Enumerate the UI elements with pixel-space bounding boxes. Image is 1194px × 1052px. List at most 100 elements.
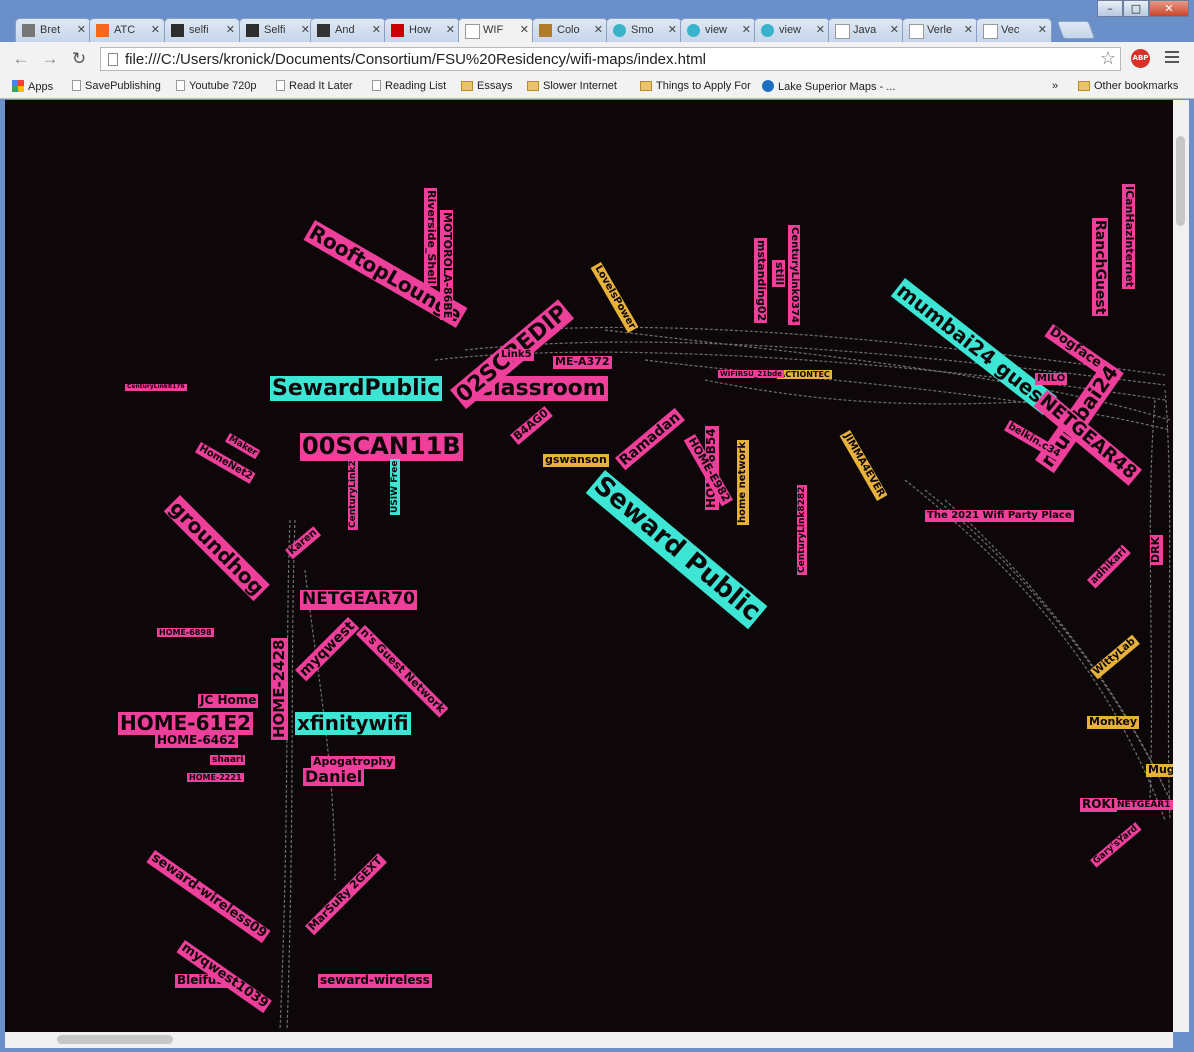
- s-favicon-icon: [171, 24, 184, 37]
- network-label: HOME-2428: [270, 637, 289, 740]
- bookmark-item[interactable]: Lake Superior Maps - ...: [762, 80, 895, 93]
- palette-favicon-icon: [539, 24, 552, 37]
- tab[interactable]: ATC ✕: [89, 18, 165, 42]
- lrb-favicon-icon: [317, 24, 330, 37]
- tab[interactable]: Vec ✕: [976, 18, 1052, 42]
- tab[interactable]: view ✕: [754, 18, 830, 42]
- close-tab-icon[interactable]: ✕: [301, 23, 310, 36]
- tab-title: view: [705, 24, 728, 36]
- close-tab-icon[interactable]: ✕: [520, 23, 529, 36]
- tab-title: selfi: [189, 24, 209, 36]
- back-arrow-icon[interactable]: ←: [10, 48, 32, 70]
- bookmark-star-icon[interactable]: ☆: [1100, 48, 1116, 69]
- network-label: xfinitywifi: [295, 711, 411, 735]
- close-tab-icon[interactable]: ✕: [816, 23, 825, 36]
- bookmark-label: Apps: [28, 81, 54, 93]
- reload-icon[interactable]: ↻: [68, 48, 90, 70]
- tab-title: WIF: [483, 24, 504, 36]
- close-tab-icon[interactable]: ✕: [151, 23, 160, 36]
- network-label: ICanHazInternet: [1122, 184, 1136, 290]
- bret-favicon-icon: [22, 24, 35, 37]
- bookmark-item[interactable]: Things to Apply For: [640, 80, 751, 92]
- network-label: 00SCAN11B: [300, 432, 463, 461]
- tab-title: Colo: [557, 24, 580, 36]
- tab[interactable]: Smo ✕: [606, 18, 682, 42]
- horizontal-scrollbar[interactable]: [5, 1032, 1173, 1048]
- close-tab-icon[interactable]: ✕: [446, 23, 455, 36]
- network-label: MILO: [1035, 373, 1068, 385]
- folder-icon: [640, 81, 652, 91]
- bookmark-label: Essays: [477, 80, 513, 92]
- page-icon: [372, 80, 381, 91]
- tab-title: Vec: [1001, 24, 1020, 36]
- tab[interactable]: How ✕: [384, 18, 460, 42]
- page-icon: [176, 80, 185, 91]
- tab[interactable]: Verle ✕: [902, 18, 978, 42]
- page-icon: [108, 53, 118, 66]
- horizontal-scroll-thumb[interactable]: [57, 1035, 173, 1044]
- adblock-icon[interactable]: ABP: [1131, 49, 1150, 68]
- tab[interactable]: Bret ✕: [15, 18, 91, 42]
- bookmark-item[interactable]: Apps: [12, 80, 53, 93]
- circle-favicon-icon: [687, 24, 700, 37]
- bookmark-item[interactable]: Reading List: [372, 80, 446, 92]
- close-tab-icon[interactable]: ✕: [372, 23, 381, 36]
- bookmark-item[interactable]: SavePublishing: [72, 80, 161, 92]
- tab-title: Java: [853, 24, 877, 36]
- close-tab-icon[interactable]: ✕: [964, 23, 973, 36]
- tab[interactable]: Selfi ✕: [239, 18, 315, 42]
- folder-icon: [527, 81, 539, 91]
- page-icon: [276, 80, 285, 91]
- network-label: gswanson: [543, 453, 609, 467]
- network-label: The 2021 Wifi Party Place: [925, 510, 1074, 522]
- bookmark-label: SavePublishing: [85, 80, 161, 92]
- forward-arrow-icon[interactable]: →: [39, 48, 61, 70]
- close-tab-icon[interactable]: ✕: [668, 23, 677, 36]
- tab-title: And: [335, 24, 355, 36]
- new-tab-button[interactable]: [1056, 21, 1096, 39]
- tab[interactable]: And ✕: [310, 18, 386, 42]
- network-label: seward-wireless: [318, 973, 432, 988]
- network-label: USIW Free: [390, 458, 401, 515]
- address-url: file:///C:/Users/kronick/Documents/Conso…: [125, 51, 707, 68]
- tab-title: Verle: [927, 24, 953, 36]
- bookmark-item[interactable]: Read It Later: [276, 80, 353, 92]
- circle-favicon-icon: [613, 24, 626, 37]
- network-label: HOME-61E2: [118, 711, 254, 735]
- connection-lines: [279, 326, 1171, 1031]
- close-tab-icon[interactable]: ✕: [594, 23, 603, 36]
- tab[interactable]: Colo ✕: [532, 18, 608, 42]
- vertical-scroll-thumb[interactable]: [1176, 136, 1185, 226]
- close-tab-icon[interactable]: ✕: [742, 23, 751, 36]
- network-label: mstanding02: [754, 238, 768, 324]
- tab[interactable]: selfi ✕: [164, 18, 240, 42]
- bookmark-item[interactable]: Youtube 720p: [176, 80, 257, 92]
- bookmarks-overflow-icon[interactable]: »: [1052, 80, 1058, 92]
- vertical-scrollbar[interactable]: [1173, 100, 1189, 1032]
- close-tab-icon[interactable]: ✕: [77, 23, 86, 36]
- menu-icon[interactable]: [1165, 51, 1179, 63]
- other-bookmarks-label: Other bookmarks: [1094, 80, 1179, 92]
- tab-title: Selfi: [264, 24, 286, 36]
- bookmark-label: Reading List: [385, 80, 447, 92]
- network-label: CenturyLink0374: [788, 225, 800, 325]
- address-bar[interactable]: file:///C:/Users/kronick/Documents/Conso…: [100, 47, 1121, 71]
- other-bookmarks-folder[interactable]: Other bookmarks: [1078, 80, 1178, 92]
- network-label: DRK: [1149, 534, 1163, 565]
- tab[interactable]: Java ✕: [828, 18, 904, 42]
- tab[interactable]: view ✕: [680, 18, 756, 42]
- network-label: JC Home: [198, 693, 259, 708]
- s-favicon-icon: [246, 24, 259, 37]
- tab[interactable]: WIF ✕: [458, 18, 534, 43]
- close-tab-icon[interactable]: ✕: [890, 23, 899, 36]
- bookmark-item[interactable]: Essays: [461, 80, 512, 92]
- bookmark-label: Lake Superior Maps - ...: [778, 81, 896, 93]
- network-label: HOME-6898: [157, 628, 214, 638]
- network-label: SewardPublic: [270, 376, 443, 402]
- bookmark-label: Things to Apply For: [656, 80, 751, 92]
- folder-icon: [461, 81, 473, 91]
- network-label: ACTIONTEC: [777, 370, 832, 380]
- close-tab-icon[interactable]: ✕: [226, 23, 235, 36]
- close-tab-icon[interactable]: ✕: [1038, 23, 1047, 36]
- bookmark-item[interactable]: Slower Internet: [527, 80, 617, 92]
